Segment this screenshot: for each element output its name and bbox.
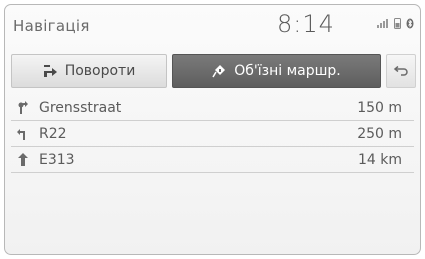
tab-turns-label: Повороти bbox=[64, 63, 136, 79]
tab-detours-label: Об'їзні маршр. bbox=[234, 63, 341, 79]
straight-arrow-icon bbox=[15, 152, 31, 167]
route-distance: 14 km bbox=[357, 151, 402, 168]
route-list: Grensstraat 150 m R22 250 m E313 14 km bbox=[5, 95, 420, 173]
navigation-screen: Навігація 8:14 Повороти Об'їзні маршр. G… bbox=[4, 4, 421, 255]
tab-bar: Повороти Об'їзні маршр. bbox=[5, 54, 420, 88]
list-item[interactable]: E313 14 km bbox=[11, 147, 414, 173]
list-item[interactable]: Grensstraat 150 m bbox=[11, 95, 414, 121]
turn-list-icon bbox=[43, 65, 57, 77]
status-icons bbox=[377, 18, 414, 29]
route-distance: 250 m bbox=[357, 125, 402, 142]
back-arrow-icon bbox=[393, 66, 408, 76]
bluetooth-icon bbox=[406, 18, 414, 29]
route-distance: 150 m bbox=[357, 99, 402, 116]
phone-battery-icon bbox=[394, 18, 401, 29]
signal-bars-icon bbox=[377, 19, 388, 28]
clock: 8:14 bbox=[277, 10, 335, 38]
back-button[interactable] bbox=[386, 54, 416, 88]
detour-icon bbox=[212, 65, 226, 78]
page-title: Навігація bbox=[13, 17, 90, 35]
keep-left-sign-icon bbox=[15, 127, 31, 141]
tab-turns[interactable]: Повороти bbox=[11, 54, 167, 88]
turn-right-sign-icon bbox=[15, 100, 31, 115]
list-item[interactable]: R22 250 m bbox=[11, 121, 414, 147]
tab-detours[interactable]: Об'їзні маршр. bbox=[172, 54, 381, 88]
header-bar: Навігація 8:14 bbox=[5, 5, 420, 45]
